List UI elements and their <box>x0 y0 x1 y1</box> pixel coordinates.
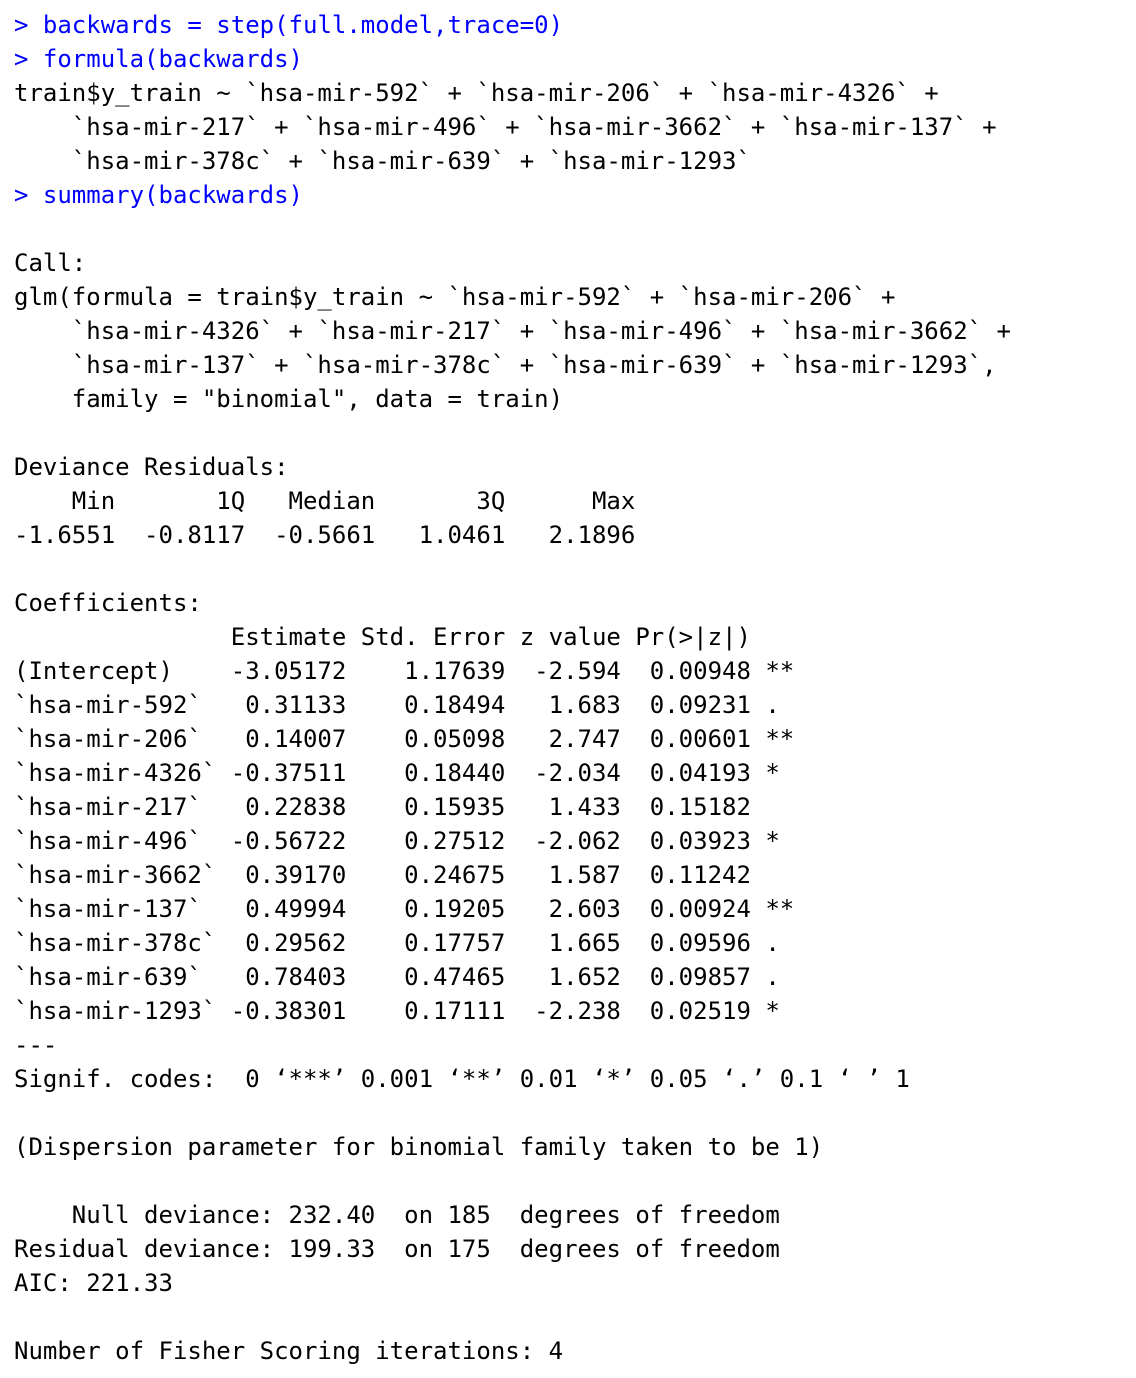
console-output-line: Residual deviance: 199.33 on 175 degrees… <box>14 1235 780 1263</box>
command-text: formula(backwards) <box>42 45 303 73</box>
console-output-line: Null deviance: 232.40 on 185 degrees of … <box>14 1201 780 1229</box>
console-output-line: `hsa-mir-217` + `hsa-mir-496` + `hsa-mir… <box>14 113 997 141</box>
console-output-line: -1.6551 -0.8117 -0.5661 1.0461 2.1896 <box>14 521 636 549</box>
console-output-line: `hsa-mir-378c` 0.29562 0.17757 1.665 0.0… <box>14 929 780 957</box>
console-output-line: --- <box>14 1031 58 1059</box>
console-output-line: train$y_train ~ `hsa-mir-592` + `hsa-mir… <box>14 79 939 107</box>
console-command-line: > formula(backwards) <box>14 42 1124 76</box>
console-output-line: `hsa-mir-496` -0.56722 0.27512 -2.062 0.… <box>14 827 780 855</box>
console-output-line: `hsa-mir-3662` 0.39170 0.24675 1.587 0.1… <box>14 861 751 889</box>
console-output-line: `hsa-mir-639` 0.78403 0.47465 1.652 0.09… <box>14 963 780 991</box>
console-output-line: `hsa-mir-137` 0.49994 0.19205 2.603 0.00… <box>14 895 795 923</box>
console-output-line: `hsa-mir-4326` -0.37511 0.18440 -2.034 0… <box>14 759 780 787</box>
console-output-line: Coefficients: <box>14 589 202 617</box>
console-output-line: `hsa-mir-1293` -0.38301 0.17111 -2.238 0… <box>14 997 780 1025</box>
console-output-line: `hsa-mir-217` 0.22838 0.15935 1.433 0.15… <box>14 793 751 821</box>
console-output-line: Deviance Residuals: <box>14 453 289 481</box>
console-output-line: Min 1Q Median 3Q Max <box>14 487 636 515</box>
console-output-line: glm(formula = train$y_train ~ `hsa-mir-5… <box>14 283 896 311</box>
console-output-line: (Intercept) -3.05172 1.17639 -2.594 0.00… <box>14 657 795 685</box>
command-text: backwards = step(full.model,trace=0) <box>42 11 564 39</box>
console-command-line: > backwards = step(full.model,trace=0) <box>14 8 1124 42</box>
console-output-line: `hsa-mir-378c` + `hsa-mir-639` + `hsa-mi… <box>14 147 751 175</box>
console-output-line: `hsa-mir-4326` + `hsa-mir-217` + `hsa-mi… <box>14 317 1011 345</box>
console-output-line: (Dispersion parameter for binomial famil… <box>14 1133 824 1161</box>
console-output-line: Estimate Std. Error z value Pr(>|z|) <box>14 623 751 651</box>
console-output-line: Signif. codes: 0 ‘***’ 0.001 ‘**’ 0.01 ‘… <box>14 1065 910 1093</box>
prompt-symbol: > <box>14 11 43 39</box>
console-command-line: > summary(backwards) <box>14 178 1124 212</box>
console-output-line: Number of Fisher Scoring iterations: 4 <box>14 1337 564 1365</box>
prompt-symbol: > <box>14 181 43 209</box>
console-output-line: `hsa-mir-206` 0.14007 0.05098 2.747 0.00… <box>14 725 795 753</box>
console-output-line: family = "binomial", data = train) <box>14 385 564 413</box>
r-console-output[interactable]: > backwards = step(full.model,trace=0) > … <box>14 8 1124 1368</box>
console-output-line: Call: <box>14 249 87 277</box>
console-output-line: `hsa-mir-592` 0.31133 0.18494 1.683 0.09… <box>14 691 780 719</box>
command-text: summary(backwards) <box>42 181 303 209</box>
console-output-line: `hsa-mir-137` + `hsa-mir-378c` + `hsa-mi… <box>14 351 997 379</box>
console-output-line: AIC: 221.33 <box>14 1269 173 1297</box>
prompt-symbol: > <box>14 45 43 73</box>
